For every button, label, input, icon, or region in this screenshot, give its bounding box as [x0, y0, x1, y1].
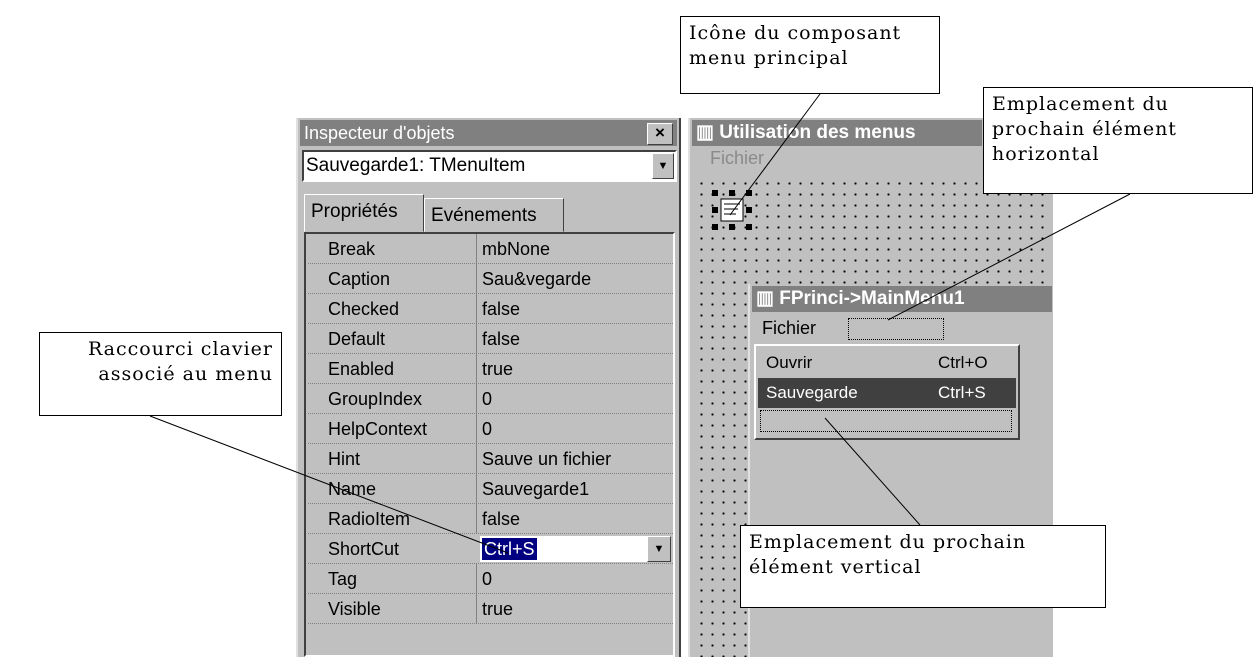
callout-next-vertical: Emplacement du prochain élément vertical: [740, 525, 1106, 608]
callout-line: élément vertical: [749, 556, 922, 578]
callout-line: Emplacement du prochain: [749, 531, 1027, 553]
callout-line: horizontal: [992, 143, 1100, 165]
tab-properties[interactable]: Propriétés: [304, 194, 424, 232]
callout-line: Raccourci clavier: [87, 338, 273, 360]
callout-line: Icône du composant: [689, 22, 902, 44]
callout-shortcut: Raccourci clavier associé au menu: [39, 332, 282, 416]
callout-line: Emplacement du: [992, 93, 1169, 115]
callout-line: prochain élément: [992, 118, 1177, 140]
callout-line: menu principal: [689, 47, 849, 69]
callout-next-horizontal: Emplacement du prochain élément horizont…: [983, 87, 1253, 194]
callout-line: associé au menu: [98, 363, 273, 385]
callout-menu-icon: Icône du composant menu principal: [680, 16, 940, 94]
